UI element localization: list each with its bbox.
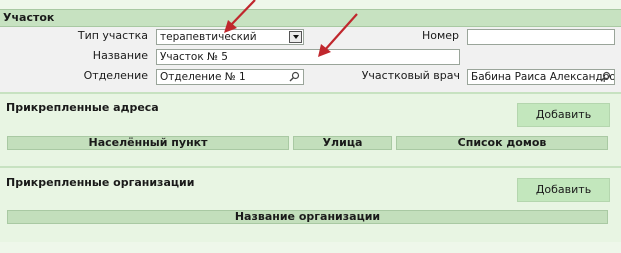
department-field-value: Отделение № 1: [160, 71, 246, 83]
name-field[interactable]: Участок № 5: [156, 49, 460, 65]
department-label: Отделение: [83, 69, 148, 82]
type-select-value: терапевтический: [160, 31, 257, 43]
type-select[interactable]: терапевтический: [156, 29, 304, 45]
number-label: Номер: [421, 29, 459, 42]
type-label: Тип участка: [77, 29, 148, 42]
department-field[interactable]: Отделение № 1: [156, 69, 304, 85]
doctor-field-value: Бабина Раиса Александровна: [471, 71, 614, 83]
add-address-button[interactable]: Добавить: [517, 103, 610, 127]
doctor-label: Участковый врач: [361, 69, 460, 82]
section-header: Участок: [0, 9, 621, 27]
add-organization-button[interactable]: Добавить: [517, 178, 610, 202]
organizations-title: Прикрепленные организации: [6, 176, 195, 189]
search-icon[interactable]: [289, 71, 300, 82]
column-header-street[interactable]: Улица: [293, 136, 392, 150]
column-header-organization-name[interactable]: Название организации: [7, 210, 608, 224]
name-label: Название: [92, 49, 148, 62]
chevron-down-icon[interactable]: [289, 31, 302, 43]
number-field[interactable]: [467, 29, 615, 45]
column-header-house-list[interactable]: Список домов: [396, 136, 608, 150]
column-header-settlement[interactable]: Населённый пункт: [7, 136, 289, 150]
search-icon[interactable]: [600, 71, 611, 82]
section-title: Участок: [3, 11, 55, 24]
addresses-title: Прикрепленные адреса: [6, 101, 159, 114]
name-field-value: Участок № 5: [160, 51, 228, 63]
doctor-field[interactable]: Бабина Раиса Александровна: [467, 69, 615, 85]
